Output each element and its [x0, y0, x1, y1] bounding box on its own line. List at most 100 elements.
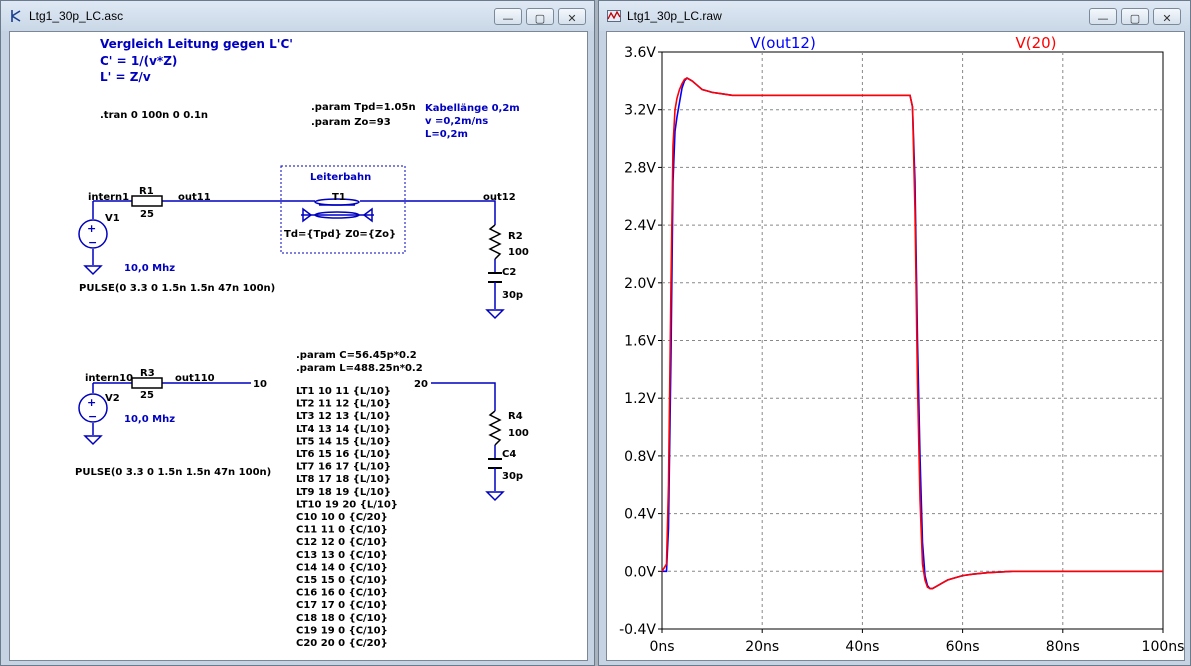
comment-l-formula: L' = Z/v [100, 70, 151, 84]
schematic-minimize-button[interactable]: — [494, 8, 522, 25]
r4-value: 100 [508, 428, 529, 439]
net-label-out12: out12 [483, 192, 516, 203]
y-tick-label: 2.8V [624, 160, 656, 176]
c4-name: C4 [502, 449, 516, 460]
waveform-minimize-button[interactable]: — [1089, 8, 1117, 25]
waveform-window-title: Ltg1_30p_LC.raw [627, 9, 722, 23]
y-tick-label: 3.6V [624, 45, 656, 61]
comment-title: Vergleich Leitung gegen L'C' [100, 37, 293, 51]
schematic-window-title: Ltg1_30p_LC.asc [29, 9, 124, 23]
t1-value: Td={Tpd} Z0={Zo} [284, 229, 396, 240]
leiterbahn-label: Leiterbahn [310, 172, 371, 183]
c2-name: C2 [502, 267, 516, 278]
v2-frequency: 10,0 Mhz [124, 414, 175, 425]
x-tick-label: 100ns [1142, 639, 1185, 655]
comment-c-formula: C' = 1/(v*Z) [100, 54, 177, 68]
x-tick-label: 60ns [946, 639, 980, 655]
r2-name: R2 [508, 231, 523, 242]
v1-frequency: 10,0 Mhz [124, 263, 175, 274]
r4-resistor-symbol[interactable] [488, 410, 502, 446]
schematic-titlebar[interactable]: Ltg1_30p_LC.asc — ▢ ✕ [1, 1, 594, 31]
y-tick-label: 1.2V [624, 391, 656, 407]
x-tick-label: 40ns [845, 639, 879, 655]
netlist-line: LT5 14 15 {L/10} [296, 436, 391, 447]
r1-resistor-symbol[interactable] [131, 195, 163, 207]
c4-value: 30p [502, 471, 523, 482]
r2-resistor-symbol[interactable] [488, 224, 502, 260]
netlist-line: LT7 16 17 {L/10} [296, 462, 391, 473]
r1-name: R1 [139, 186, 154, 197]
param-c[interactable]: .param C=56.45p*0.2 [296, 350, 417, 361]
c2-ground-icon [485, 309, 505, 320]
v1-source-symbol[interactable]: + − [78, 219, 108, 249]
r2-value: 100 [508, 247, 529, 258]
legend-entry[interactable]: V(20) [1015, 34, 1056, 52]
param-zo[interactable]: .param Zo=93 [311, 117, 391, 128]
netlist-line: C18 18 0 {C/10} [296, 613, 388, 624]
netlist-line: LT1 10 11 {L/10} [296, 386, 391, 397]
c2-capacitor-symbol[interactable] [488, 272, 502, 283]
r3-resistor-symbol[interactable] [131, 377, 163, 389]
net-label-intern10: intern10 [85, 373, 133, 384]
netlist-line: C19 19 0 {C/10} [296, 625, 388, 636]
netlist-line: LT6 15 16 {L/10} [296, 449, 391, 460]
x-tick-label: 20ns [745, 639, 779, 655]
r3-value: 25 [140, 390, 154, 401]
netlist-line: C14 14 0 {C/10} [296, 562, 388, 573]
netlist-line: LT10 19 20 {L/10} [296, 499, 398, 510]
netlist-line: C15 15 0 {C/10} [296, 575, 388, 586]
schematic-close-button[interactable]: ✕ [558, 8, 586, 25]
svg-text:+: + [87, 396, 96, 409]
netlist-line: C13 13 0 {C/10} [296, 550, 388, 561]
v2-ground-icon [83, 435, 103, 446]
schematic-app-icon [11, 10, 21, 22]
waveform-window: Ltg1_30p_LC.raw — ▢ ✕ 0ns 20ns 40ns 60ns 80n… [598, 0, 1191, 666]
waveform-app-icon [607, 10, 621, 22]
waveform-maximize-button[interactable]: ▢ [1121, 8, 1149, 25]
y-tick-label: 1.6V [624, 334, 656, 350]
v1-name: V1 [105, 213, 120, 224]
v1-pulse: PULSE(0 3.3 0 1.5n 1.5n 47n 100n) [79, 283, 275, 294]
legend-entry[interactable]: V(out12) [750, 34, 816, 52]
waveform-plot-area[interactable]: 0ns 20ns 40ns 60ns 80ns 100ns -0.4V 0.0V 0.4V 0.8… [606, 31, 1185, 661]
netlist-line: C20 20 0 {C/20} [296, 638, 388, 649]
svg-text:−: − [88, 236, 97, 249]
y-tick-label: 0.8V [624, 449, 656, 465]
waveform-close-button[interactable]: ✕ [1153, 8, 1181, 25]
param-tpd[interactable]: .param Tpd=1.05n [311, 102, 416, 113]
c2-value: 30p [502, 290, 523, 301]
net-label-out110: out110 [175, 373, 215, 384]
x-tick-label: 80ns [1046, 639, 1080, 655]
schematic-maximize-button[interactable]: ▢ [526, 8, 554, 25]
y-tick-label: 0.0V [624, 564, 656, 580]
netlist-line: C17 17 0 {C/10} [296, 600, 388, 611]
svg-text:−: − [88, 410, 97, 423]
netlist-line: LT9 18 19 {L/10} [296, 487, 391, 498]
cable-note-l: L=0,2m [425, 129, 468, 140]
cable-note-length: Kabellänge 0,2m [425, 103, 520, 114]
node-label-10: 10 [253, 379, 267, 390]
c4-ground-icon [485, 491, 505, 502]
y-tick-label: -0.4V [619, 622, 656, 638]
y-tick-label: 3.2V [624, 103, 656, 119]
netlist-line: LT2 11 12 {L/10} [296, 399, 391, 410]
param-l[interactable]: .param L=488.25n*0.2 [296, 363, 423, 374]
x-tick-label: 0ns [649, 639, 674, 655]
netlist-line: C11 11 0 {C/10} [296, 525, 388, 536]
netlist-line: LT4 13 14 {L/10} [296, 424, 391, 435]
spice-netlist[interactable]: LT1 10 11 {L/10} LT2 11 12 {L/10}LT3 12 1… [296, 386, 398, 649]
net-label-intern1: intern1 [88, 192, 129, 203]
schematic-canvas[interactable]: Vergleich Leitung gegen L'C' C' = 1/(v*Z… [9, 31, 588, 661]
y-tick-label: 0.4V [624, 507, 656, 523]
y-tick-label: 2.4V [624, 218, 656, 234]
v1-ground-icon [83, 265, 103, 276]
t1-name: T1 [332, 192, 346, 203]
c4-capacitor-symbol[interactable] [488, 458, 502, 469]
v2-source-symbol[interactable]: + − [78, 393, 108, 423]
waveform-titlebar[interactable]: Ltg1_30p_LC.raw — ▢ ✕ [599, 1, 1190, 31]
tran-directive[interactable]: .tran 0 100n 0 0.1n [100, 110, 208, 121]
r3-name: R3 [140, 368, 155, 379]
netlist-line: C10 10 0 {C/20} [296, 512, 388, 523]
waveform-chart[interactable]: 0ns 20ns 40ns 60ns 80ns 100ns -0.4V 0.0V 0.4V 0.8… [607, 32, 1185, 661]
netlist-line: LT3 12 13 {L/10} [296, 411, 391, 422]
